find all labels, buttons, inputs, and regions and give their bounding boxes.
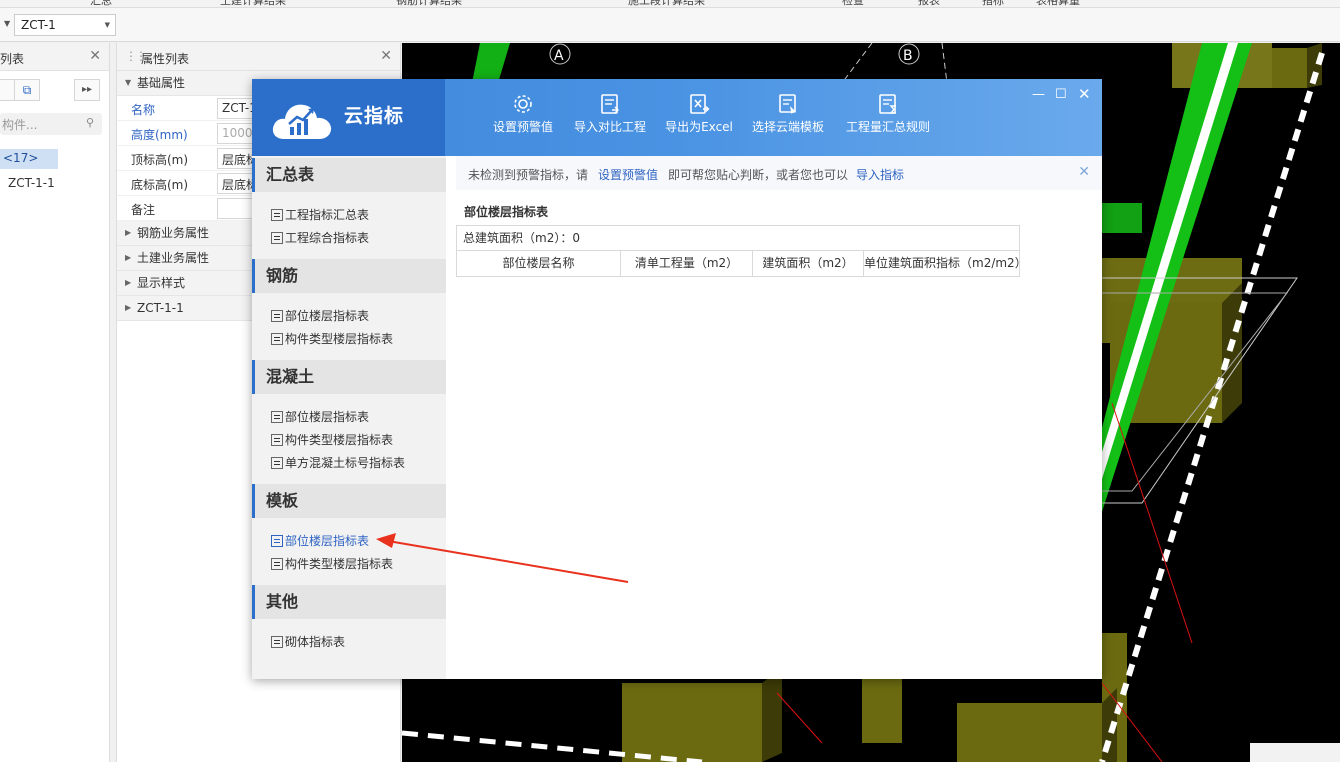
annotation-arrow-overlay <box>376 533 629 583</box>
annotation-arrow-line <box>387 540 629 583</box>
annotation-arrow-head <box>376 533 396 548</box>
